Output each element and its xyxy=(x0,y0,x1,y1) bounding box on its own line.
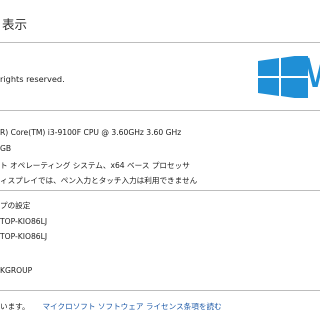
divider xyxy=(0,290,320,291)
workgroup-value: KGROUP xyxy=(0,266,33,275)
divider xyxy=(0,110,320,111)
windows-logo-text: W xyxy=(304,54,320,94)
pen-touch-value: ィスプレイでは、ペン入力とタッチ入力は利用できません xyxy=(0,176,198,185)
system-type-value: ト オペレーティング システム、x64 ベース プロセッサ xyxy=(0,161,190,170)
computer-name-value: TOP-KIO86LJ xyxy=(0,217,48,226)
processor-value: R) Core(TM) i3-9100F CPU @ 3.60GHz 3.60 … xyxy=(0,128,182,137)
copyright-text: rights reserved. xyxy=(0,74,65,84)
license-line: います。 マイクロソフト ソフトウェア ライセンス条項を読む xyxy=(0,301,222,312)
system-properties-panel: 表示 rights reserved. W R) Core(TM) i3-910… xyxy=(0,0,320,320)
divider xyxy=(0,190,320,191)
full-computer-name-value: TOP-KIO86LJ xyxy=(0,232,48,241)
page-title: 表示 xyxy=(2,17,28,32)
divider xyxy=(0,42,320,43)
memory-value: GB xyxy=(0,144,12,153)
windows-logo-icon xyxy=(258,56,308,98)
computer-settings-label: プの設定 xyxy=(0,201,31,210)
license-prefix: います。 xyxy=(0,302,30,311)
license-terms-link[interactable]: マイクロソフト ソフトウェア ライセンス条項を読む xyxy=(42,302,221,311)
